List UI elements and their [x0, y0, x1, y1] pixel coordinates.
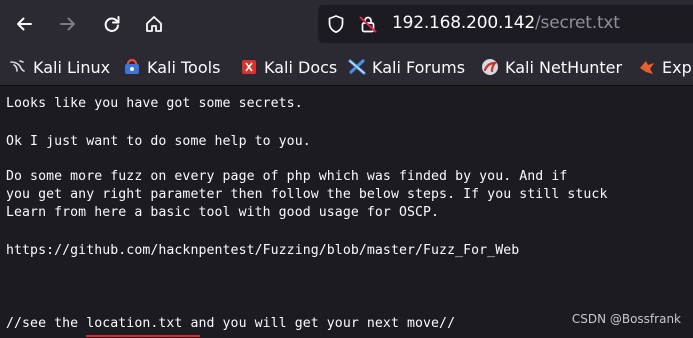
page-content: Looks like you have got some secrets. Ok… [0, 87, 693, 338]
text-line: //see the location.txt and you will get … [6, 316, 456, 331]
text-line: Ok I just want to do some help to you. [6, 134, 311, 149]
url-path: /secret.txt [535, 13, 620, 33]
watermark: CSDN @Bossfrank [571, 312, 681, 326]
github-url-text: https://github.com/hacknpentest/Fuzzing/… [6, 243, 520, 258]
kali-nethunter-icon [481, 58, 499, 76]
text-line: you get any right parameter then follow … [6, 187, 608, 202]
home-button[interactable] [138, 8, 170, 40]
reload-button[interactable] [96, 8, 128, 40]
insecure-lock-icon[interactable] [358, 14, 378, 34]
browser-toolbar: 192.168.200.142/secret.txt [0, 0, 693, 48]
forward-button[interactable] [52, 8, 84, 40]
bookmark-label: Kali Linux [33, 57, 111, 77]
arrow-left-icon [17, 17, 32, 31]
tracking-shield-icon[interactable] [326, 14, 346, 34]
kali-dragon-icon [9, 58, 27, 76]
kali-docs-icon [240, 58, 258, 76]
back-button[interactable] [8, 8, 40, 40]
annotation-underline [86, 335, 200, 337]
kali-tools-icon [123, 58, 141, 76]
bookmark-label: Kali Tools [147, 57, 221, 77]
text-line: Do some more fuzz on every page of php w… [6, 169, 568, 184]
bookmarks-toolbar: Kali Linux Kali Tools Kali Docs Kali For… [0, 48, 693, 86]
home-icon [146, 16, 162, 32]
bookmark-label: Kali Forums [372, 57, 466, 77]
bookmark-kali-nethunter[interactable]: Kali NetHunter [481, 56, 622, 78]
bookmark-exploit-db[interactable]: Expl [638, 56, 693, 78]
text-line: Looks like you have got some secrets. [6, 96, 303, 111]
address-bar[interactable]: 192.168.200.142/secret.txt [318, 5, 693, 43]
bookmark-kali-forums[interactable]: Kali Forums [348, 56, 465, 78]
bookmark-label: Kali NetHunter [505, 57, 623, 77]
text-line: Learn from here a basic tool with good u… [6, 205, 440, 220]
url-text[interactable]: 192.168.200.142/secret.txt [392, 13, 620, 33]
bookmark-label: Kali Docs [264, 57, 338, 77]
bookmark-kali-linux[interactable]: Kali Linux [9, 56, 110, 78]
url-host: 192.168.200.142 [392, 13, 536, 33]
arrow-right-icon [60, 17, 75, 31]
bookmark-kali-docs[interactable]: Kali Docs [240, 56, 337, 78]
exploit-db-icon [638, 58, 656, 76]
kali-forums-icon [348, 58, 366, 76]
bookmark-kali-tools[interactable]: Kali Tools [123, 56, 220, 78]
bookmark-label: Expl [662, 57, 693, 77]
reload-icon [104, 16, 120, 32]
